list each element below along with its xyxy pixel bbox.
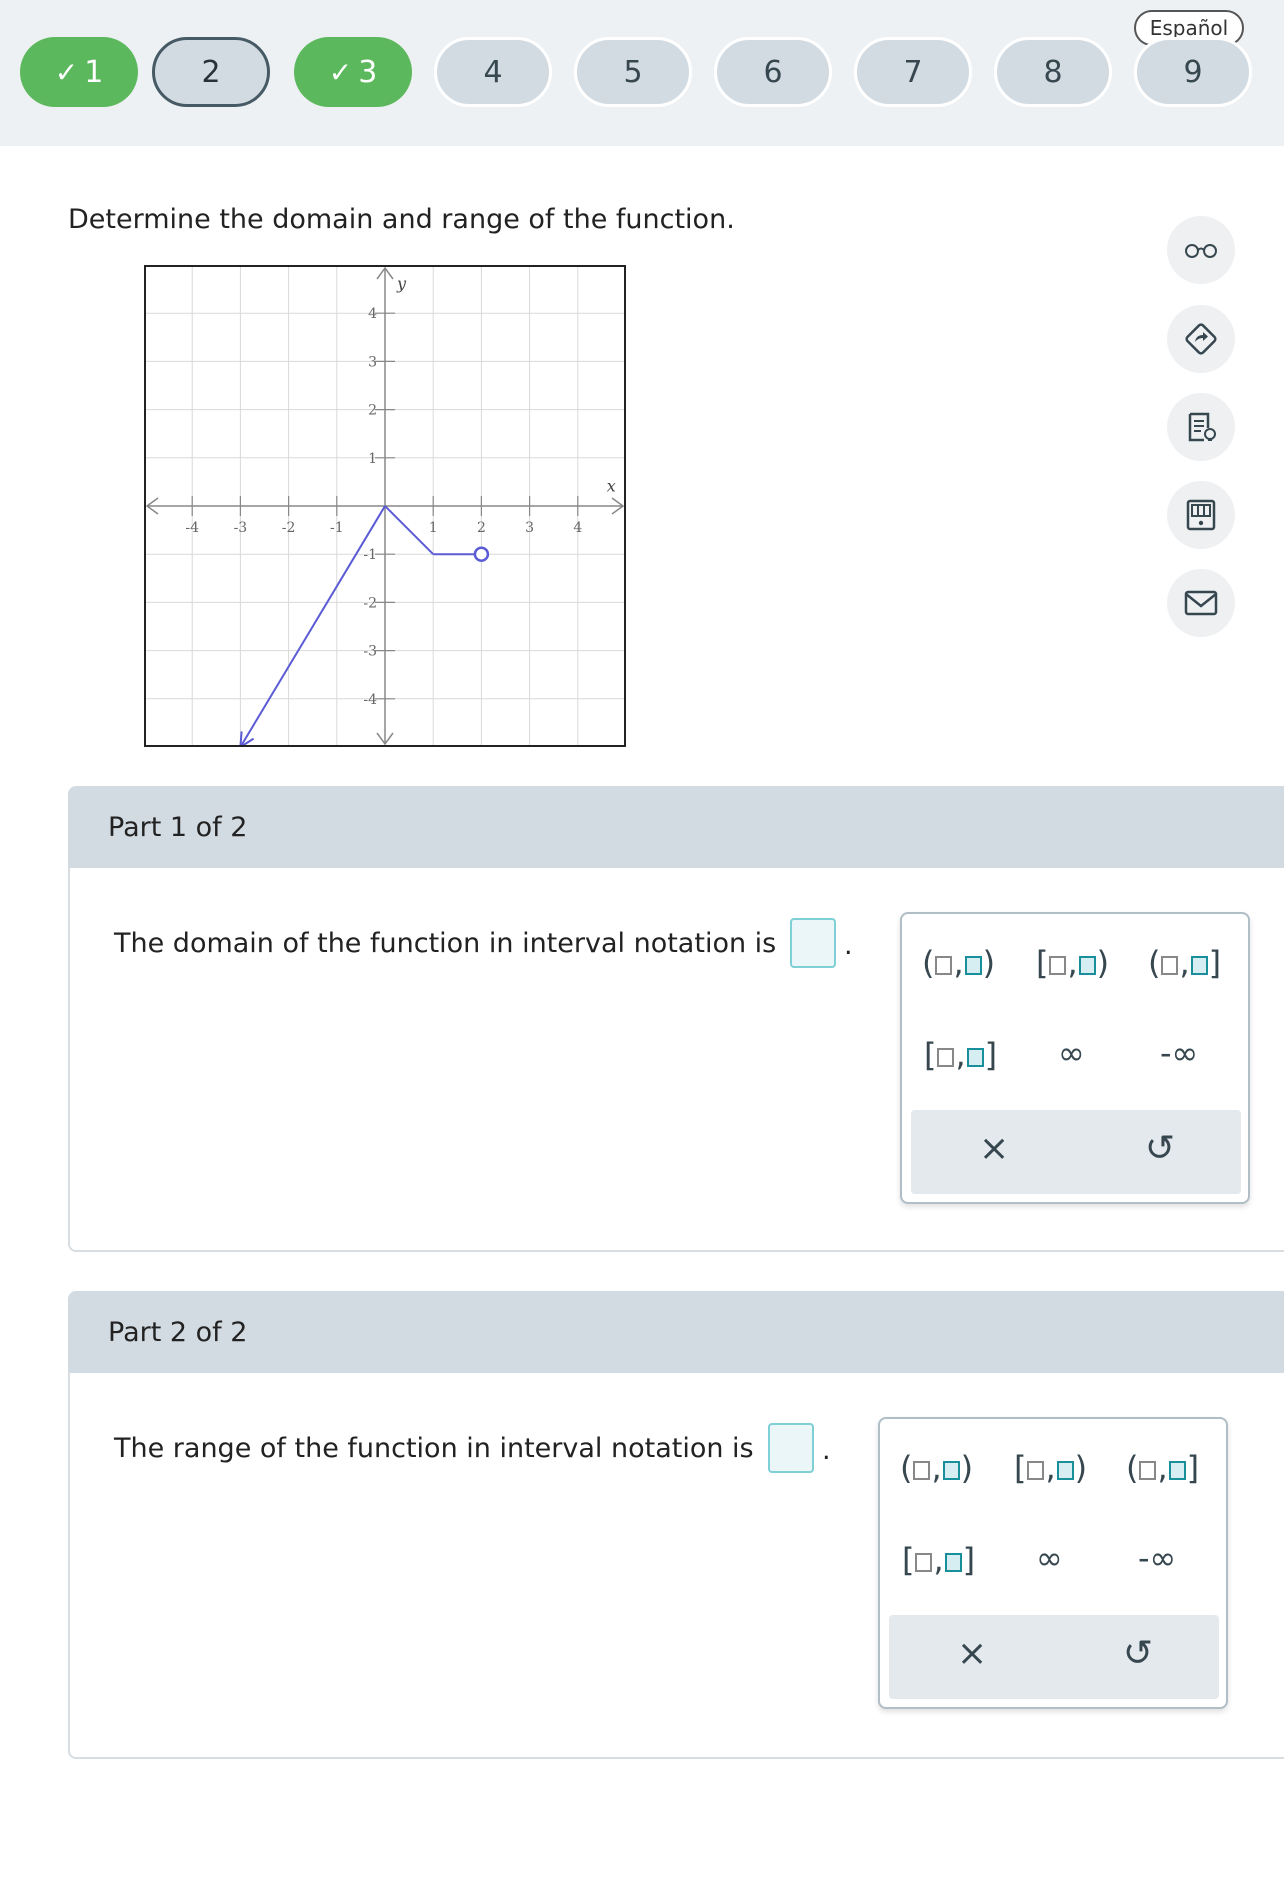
domain-question: The domain of the function in interval n… [114, 928, 777, 959]
check-icon: ✓ [54, 55, 79, 89]
question-number: 1 [84, 54, 104, 90]
question-4-button[interactable]: 4 [434, 37, 552, 107]
reader-tool-button[interactable] [1167, 216, 1235, 284]
domain-answer-input[interactable] [790, 918, 836, 968]
closed-closed-interval-key[interactable]: [,] [924, 1036, 997, 1074]
range-answer-input[interactable] [768, 1423, 814, 1473]
question-8-button[interactable]: 8 [994, 37, 1112, 107]
hint-tool-button[interactable] [1167, 305, 1235, 373]
question-number: 9 [1183, 54, 1203, 90]
period: . [822, 1435, 831, 1466]
calculator-icon [1186, 499, 1216, 531]
clear-icon[interactable]: × [957, 1633, 987, 1674]
period: . [844, 930, 853, 961]
palette-action-bar: × ↺ [911, 1110, 1241, 1194]
part-2-body: The range of the function in interval no… [68, 1373, 1284, 1759]
check-icon: ✓ [328, 55, 353, 89]
range-math-palette: (,) [,) (,] [,] ∞ -∞ × ↺ [878, 1417, 1228, 1709]
question-number: 7 [903, 54, 923, 90]
y-tick-label: -2 [363, 595, 377, 611]
domain-math-palette: (,) [,) (,] [,] ∞ -∞ × ↺ [900, 912, 1250, 1204]
open-closed-interval-key[interactable]: (,] [1126, 1449, 1199, 1487]
closed-open-interval-key[interactable]: [,) [1014, 1449, 1087, 1487]
y-tick-label: 1 [368, 451, 377, 467]
palette-action-bar: × ↺ [889, 1615, 1219, 1699]
x-tick-label: 2 [477, 520, 486, 536]
question-number: 5 [623, 54, 643, 90]
question-7-button[interactable]: 7 [854, 37, 972, 107]
notes-icon [1188, 412, 1216, 442]
y-tick-label: 2 [368, 403, 377, 419]
infinity-key[interactable]: ∞ [1058, 1034, 1085, 1072]
x-tick-label: -3 [234, 520, 248, 536]
question-2-button[interactable]: 2 [152, 37, 270, 107]
y-tick-label: 3 [368, 354, 377, 370]
x-tick-label: 4 [573, 520, 582, 536]
negative-infinity-key[interactable]: -∞ [1160, 1034, 1198, 1072]
open-closed-interval-key[interactable]: (,] [1148, 944, 1221, 982]
closed-open-interval-key[interactable]: [,) [1036, 944, 1109, 982]
question-number: 2 [201, 54, 221, 90]
x-tick-label: -4 [185, 520, 199, 536]
question-1-button[interactable]: ✓ 1 [20, 37, 138, 107]
range-question: The range of the function in interval no… [114, 1433, 754, 1464]
open-open-interval-key[interactable]: (,) [900, 1449, 973, 1487]
y-tick-label: 4 [368, 306, 377, 322]
question-6-button[interactable]: 6 [714, 37, 832, 107]
question-5-button[interactable]: 5 [574, 37, 692, 107]
function-graph: -4 -3 -2 -1 1 2 3 4 4 3 2 1 -1 -2 -3 -4 x y [144, 265, 626, 747]
glasses-icon [1185, 244, 1217, 258]
calculator-tool-button[interactable] [1167, 481, 1235, 549]
message-tool-button[interactable] [1167, 569, 1235, 637]
x-tick-label: -1 [330, 520, 344, 536]
infinity-key[interactable]: ∞ [1036, 1539, 1063, 1577]
part-2-title: Part 2 of 2 [108, 1316, 248, 1348]
notes-tool-button[interactable] [1167, 393, 1235, 461]
clear-icon[interactable]: × [979, 1128, 1009, 1169]
x-tick-label: 3 [525, 520, 534, 536]
negative-infinity-key[interactable]: -∞ [1138, 1539, 1176, 1577]
x-axis-label: x [607, 477, 616, 496]
hint-icon [1185, 323, 1217, 355]
y-axis-label: y [396, 274, 407, 293]
y-tick-label: -4 [363, 692, 377, 708]
x-tick-label: 1 [429, 520, 438, 536]
open-open-interval-key[interactable]: (,) [922, 944, 995, 982]
closed-closed-interval-key[interactable]: [,] [902, 1541, 975, 1579]
open-endpoint [473, 546, 490, 562]
y-tick-label: -1 [363, 547, 377, 563]
part-1-title: Part 1 of 2 [108, 811, 248, 843]
question-number: 6 [763, 54, 783, 90]
part-1-body: The domain of the function in interval n… [68, 868, 1284, 1252]
question-navigation-bar: Español ✓ 1 2 ✓ 3 4 5 6 7 8 9 [0, 0, 1284, 146]
y-tick-label: -3 [363, 644, 377, 660]
undo-icon[interactable]: ↺ [1123, 1633, 1153, 1674]
question-9-button[interactable]: 9 [1134, 37, 1252, 107]
question-number: 4 [483, 54, 503, 90]
question-number: 3 [358, 54, 378, 90]
x-tick-label: -2 [282, 520, 296, 536]
part-2-header: Part 2 of 2 [68, 1291, 1284, 1373]
question-number: 8 [1043, 54, 1063, 90]
problem-prompt: Determine the domain and range of the fu… [68, 204, 735, 235]
undo-icon[interactable]: ↺ [1145, 1128, 1175, 1169]
question-3-button[interactable]: ✓ 3 [294, 37, 412, 107]
mail-icon [1184, 590, 1218, 616]
part-1-header: Part 1 of 2 [68, 786, 1284, 868]
